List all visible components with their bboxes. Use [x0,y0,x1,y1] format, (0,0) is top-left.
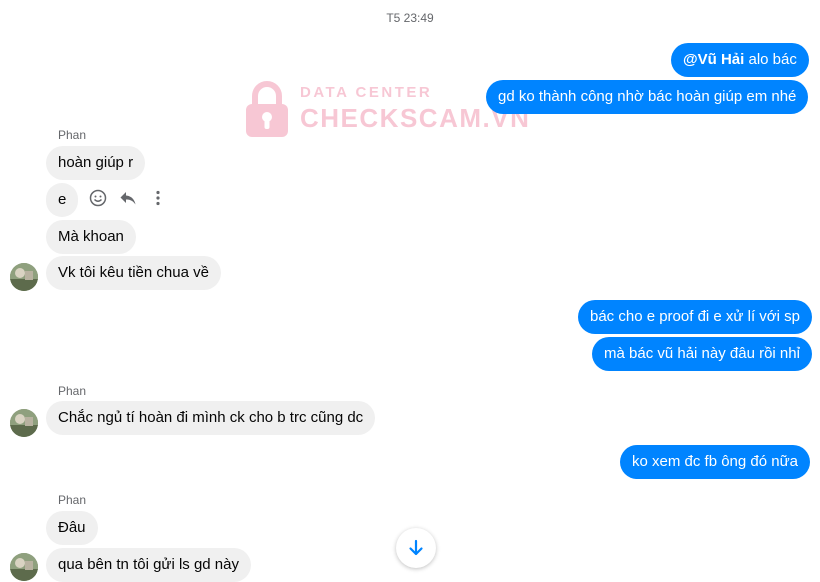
avatar[interactable] [10,263,38,291]
message-outgoing[interactable]: mà bác vũ hải này đâu rồi nhỉ [592,337,812,371]
message-incoming[interactable]: e [46,183,79,217]
message-incoming[interactable]: Đâu [46,511,98,545]
more-vertical-icon[interactable] [148,188,168,208]
message-incoming[interactable]: Mà khoan [46,220,136,254]
sender-name: Phan [58,384,87,398]
message-incoming[interactable]: hoàn giúp r [46,146,146,180]
message-text: alo bác [744,51,797,68]
lock-icon [246,81,288,137]
message-outgoing[interactable]: ko xem đc fb ông đó nữa [620,445,810,479]
arrow-down-icon [409,539,423,556]
message-outgoing[interactable]: gd ko thành công nhờ bác hoàn giúp em nh… [486,80,809,114]
smiley-icon[interactable] [88,188,108,208]
message-incoming[interactable]: Chắc ngủ tí hoàn đi mình ck cho b trc cũ… [46,401,376,435]
message-incoming[interactable]: Vk tôi kêu tiền chua về [46,256,221,290]
mention-tag[interactable]: @Vũ Hải [683,51,744,68]
message-outgoing[interactable]: @Vũ Hải alo bác [671,43,809,77]
sender-name: Phan [58,128,87,142]
timestamp: T5 23:49 [386,11,434,25]
avatar[interactable] [10,553,38,581]
message-outgoing[interactable]: bác cho e proof đi e xử lí với sp [578,300,812,334]
scroll-to-bottom-button[interactable] [396,528,436,568]
message-actions [88,188,168,208]
sender-name: Phan [58,493,87,507]
message-incoming[interactable]: qua bên tn tôi gửi ls gd này [46,548,251,582]
reply-icon[interactable] [118,188,138,208]
avatar[interactable] [10,409,38,437]
